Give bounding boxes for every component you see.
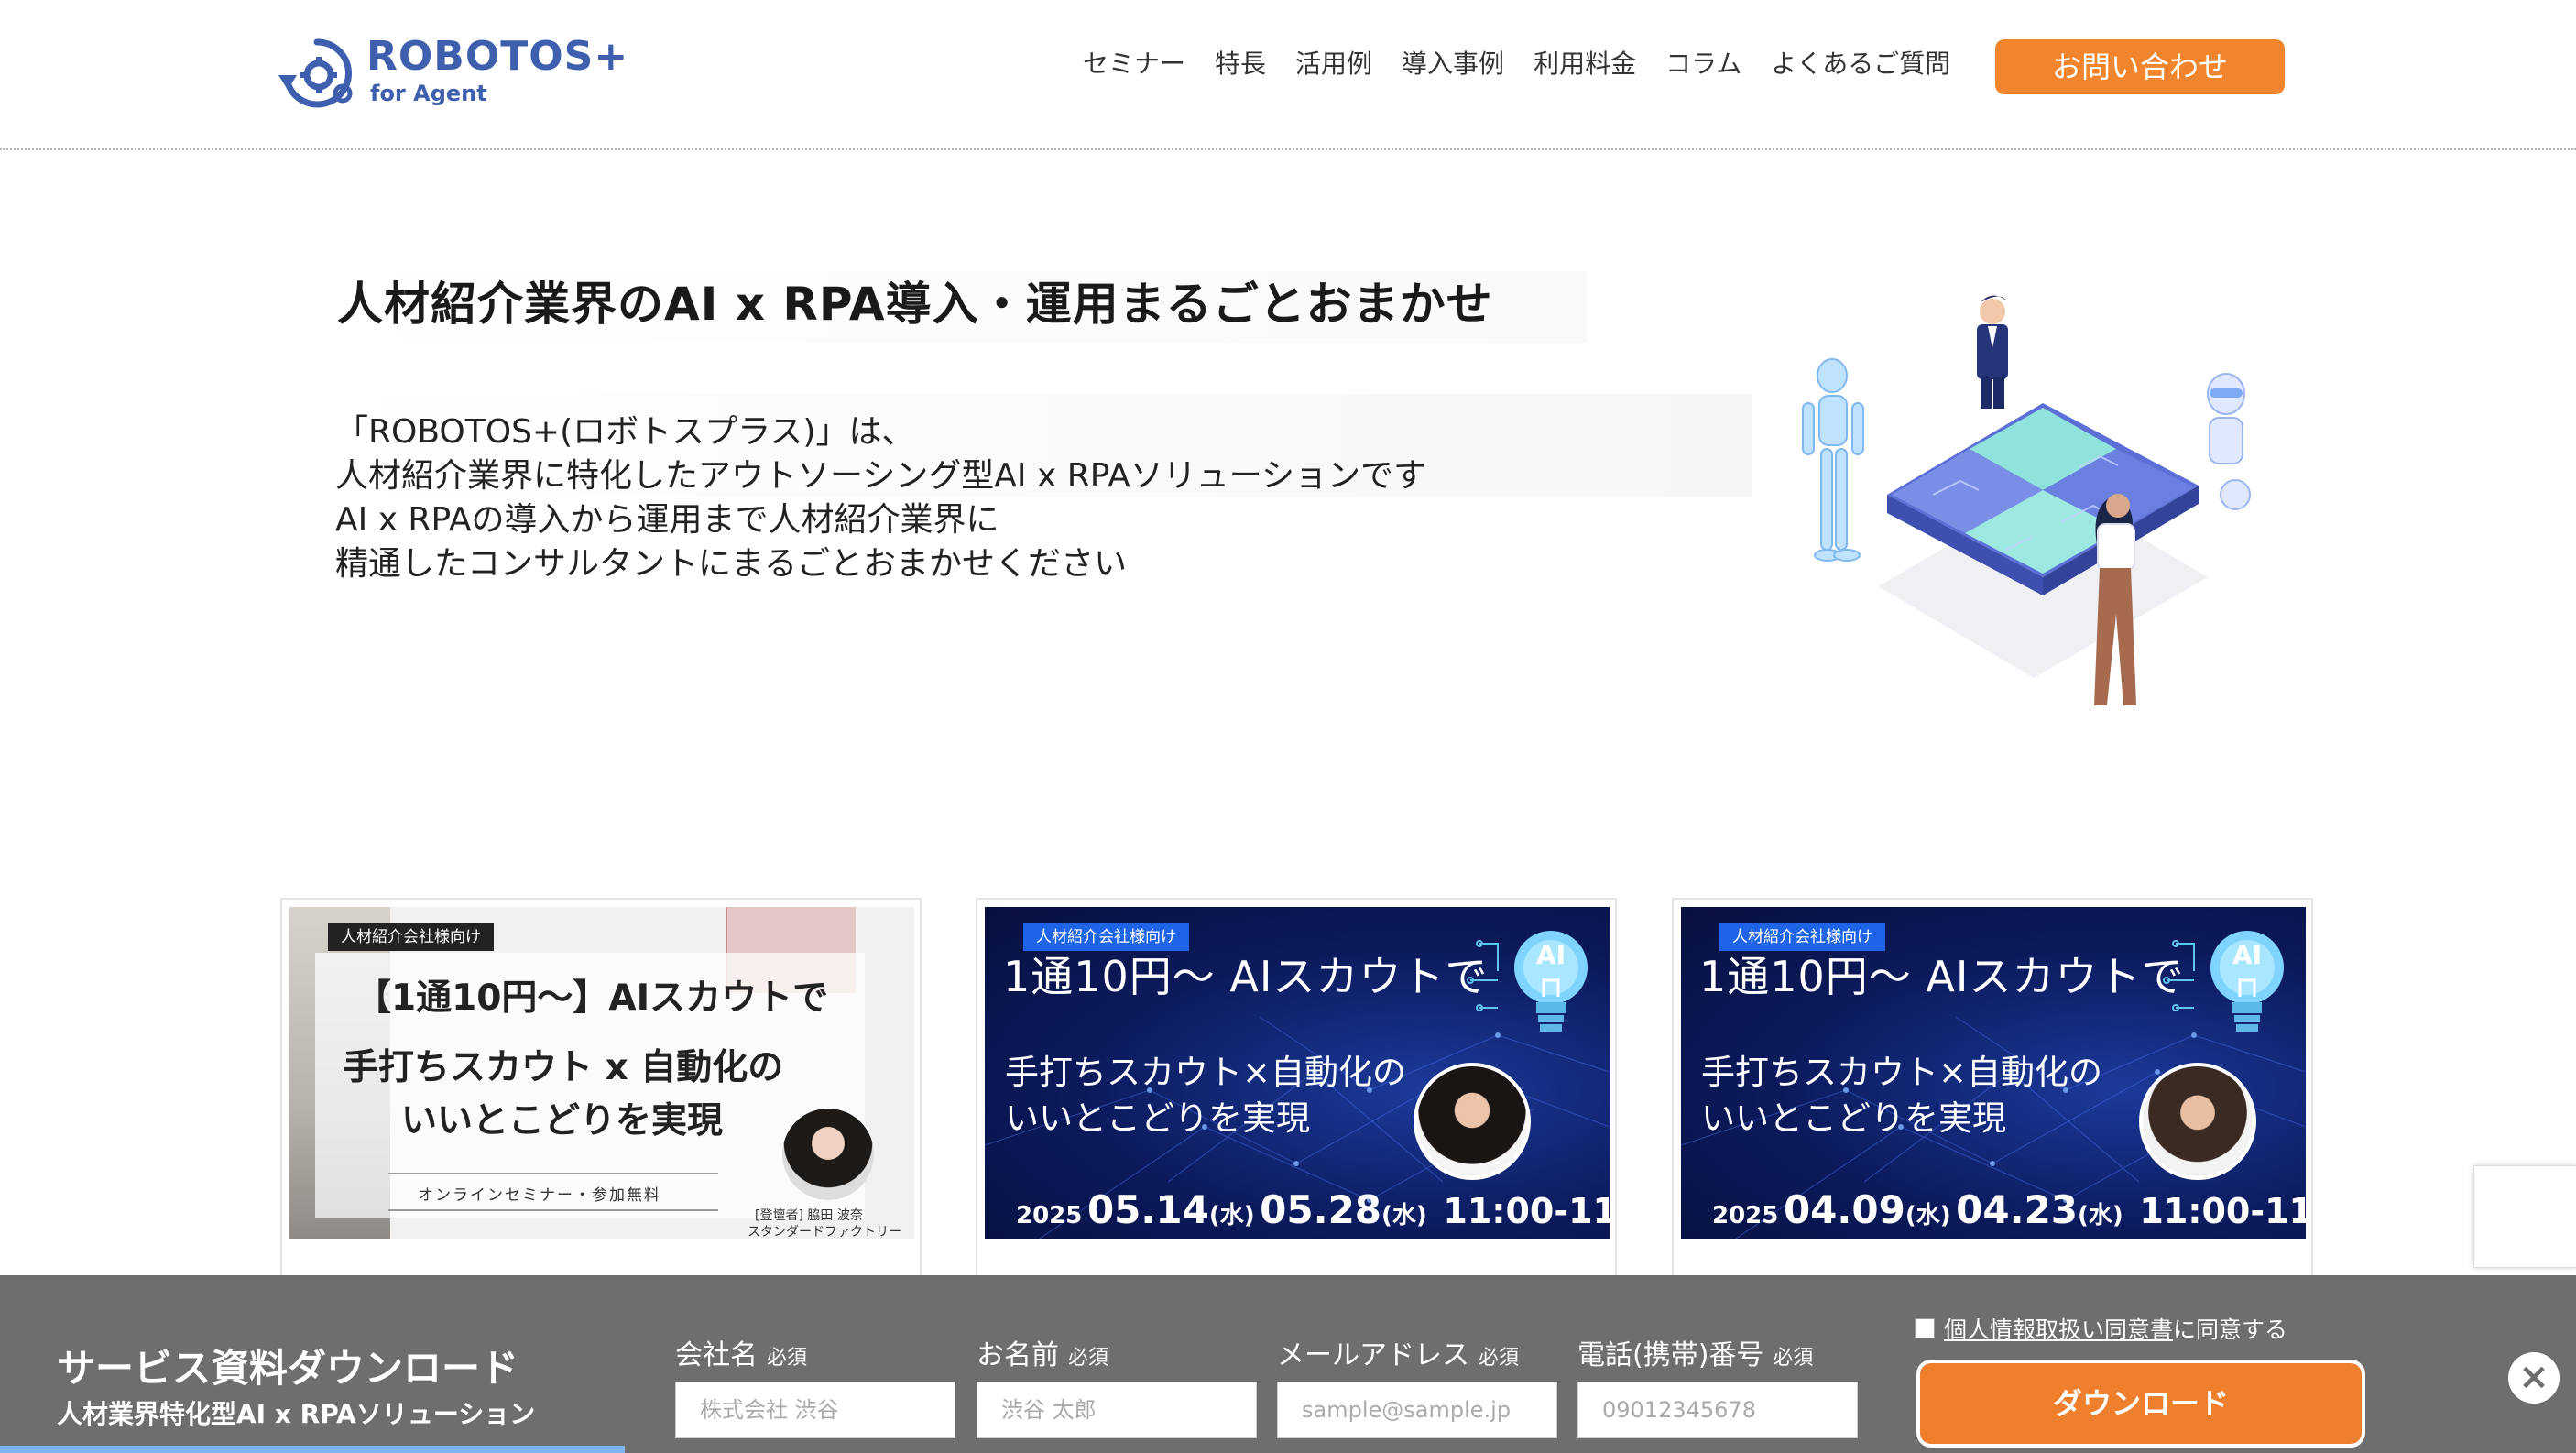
email-label: メールアドレス 必須 [1277,1332,1519,1372]
header-divider [0,148,2576,150]
hero-desc-line: 「ROBOTOS+(ロボトスプラス)」は、 [335,413,915,451]
nav-use-cases[interactable]: 活用例 [1295,44,1372,84]
seminar-card-image: 人材紹介会社様向け 【1通10円〜】AIスカウトで 手打ちスカウト x 自動化の… [289,907,914,1239]
download-button[interactable]: ダウンロード [1916,1360,2365,1448]
seminar-card[interactable]: AI 人材紹介会社様向け 1通10円〜 AIスカウトで 手打ちスカウト×自動化の… [1672,898,2313,1283]
seminar-weekday: (水) [1208,1202,1255,1229]
speaker-photo [2139,1063,2256,1180]
card-headline: 1通10円〜 AIスカウトで [1003,952,1489,1001]
seminar-year: 2025 [1712,1202,1779,1229]
speaker-photo [1414,1063,1531,1180]
seminar-date: 04.23 [1956,1187,2079,1232]
close-download-bar-button[interactable]: × [2508,1352,2560,1404]
card-headline: 手打ちスカウト×自動化の [1701,1053,2103,1092]
ai-lightbulb-icon: AI [2210,931,2284,1032]
seminar-date: 05.28 [1260,1187,1382,1232]
hero-description: 「ROBOTOS+(ロボトスプラス)」は、 人材紹介業界に特化したアウトソーシン… [335,410,1426,586]
card-headline: いいとこどりを実現 [1005,1098,1310,1138]
required-mark: 必須 [767,1347,808,1370]
phone-label: 電話(携帯)番号 必須 [1577,1332,1813,1372]
required-mark: 必須 [1068,1347,1109,1370]
contact-button[interactable]: お問い合わせ [1995,39,2285,94]
seminar-year: 2025 [1016,1202,1083,1229]
field-label: 電話(携帯)番号 [1577,1339,1764,1371]
main-nav: セミナー 特長 活用例 導入事例 利用料金 コラム よくあるご質問 [1083,44,1980,84]
company-label: 会社名 必須 [675,1332,807,1372]
seminar-date: 04.09 [1783,1187,1905,1232]
logo-plus: + [594,33,629,80]
download-title: サービス資料ダウンロード [57,1346,519,1391]
field-label: お名前 [977,1339,1059,1371]
seminar-time: 11:00-11:30 [2139,1191,2306,1231]
card-headline: いいとこどりを実現 [1701,1098,2006,1138]
name-input[interactable] [977,1382,1257,1438]
robotos-logo-icon [278,38,353,108]
speaker-name: [登壇者] 脇田 波奈 [755,1208,863,1223]
nav-features[interactable]: 特長 [1215,44,1266,84]
nav-faq[interactable]: よくあるご質問 [1771,44,1950,84]
field-label: 会社名 [675,1339,758,1371]
seminar-time: 11:00-11:30 [1443,1191,1610,1231]
consent-text: に同意する [2173,1316,2288,1343]
seminar-card[interactable]: 人材紹介会社様向け 【1通10円〜】AIスカウトで 手打ちスカウト x 自動化の… [280,898,922,1283]
seminar-weekday: (水) [2078,1202,2123,1229]
audience-tag: 人材紹介会社様向け [328,923,494,951]
field-label: メールアドレス [1277,1339,1469,1371]
bulb-label: AI [2232,940,2262,970]
bulb-label: AI [1536,940,1566,970]
card-headline: 手打ちスカウト x 自動化の [343,1047,784,1088]
card-headline: いいとこどりを実現 [401,1100,724,1142]
hero-title: 人材紹介業界のAI x RPA導入・運用まるごとおまかせ [337,278,1493,331]
consent-row: 個人情報取扱い同意書 に同意する [1915,1312,2287,1345]
seminar-weekday: (水) [1381,1202,1427,1229]
speaker-photo [782,1109,874,1200]
logo-name: ROBOTOS [366,33,595,80]
consent-checkbox[interactable] [1915,1318,1935,1338]
company-input[interactable] [675,1382,955,1438]
scroll-progress-bar [0,1446,625,1453]
card-headline: 【1通10円〜】AIスカウトで [355,978,829,1019]
puzzle-robots-illustration [1802,295,2251,705]
hero-desc-line: 精通したコンサルタントにまるごとおまかせください [335,545,1128,583]
required-mark: 必須 [1773,1347,1814,1370]
seminar-dates: 2025 05.14(水) 05.28(水) 11:00-11:30 [1016,1187,1610,1232]
nav-column[interactable]: コラム [1665,44,1741,84]
site-logo[interactable]: ROBOTOS+ for Agent [275,29,641,112]
required-mark: 必須 [1479,1347,1520,1370]
nav-case-studies[interactable]: 導入事例 [1402,44,1504,84]
seminar-weekday: (水) [1905,1202,1951,1229]
seminar-card-image: AI 人材紹介会社様向け 1通10円〜 AIスカウトで 手打ちスカウト×自動化の… [985,907,1610,1239]
privacy-consent-link[interactable]: 個人情報取扱い同意書 [1944,1312,2173,1345]
floating-widget[interactable] [2473,1165,2576,1268]
logo-subtitle: for Agent [370,81,487,106]
name-label: お名前 必須 [977,1332,1108,1372]
download-subtitle: 人材業界特化型AI x RPAソリューション [57,1399,536,1429]
nav-seminar[interactable]: セミナー [1083,44,1185,84]
site-header: ROBOTOS+ for Agent セミナー 特長 活用例 導入事例 利用料金… [0,0,2576,150]
card-headline: 手打ちスカウト×自動化の [1005,1053,1407,1092]
phone-input[interactable] [1577,1382,1858,1438]
card-headline: 1通10円〜 AIスカウトで [1699,952,2185,1001]
close-icon: × [2518,1356,2549,1398]
speaker-company: スタンダードファクトリー [748,1225,901,1239]
seminar-card-image: AI 人材紹介会社様向け 1通10円〜 AIスカウトで 手打ちスカウト×自動化の… [1681,907,2306,1239]
email-input[interactable] [1277,1382,1557,1438]
ai-lightbulb-icon: AI [1514,931,1588,1032]
seminar-subtitle: オンラインセミナー・参加無料 [418,1186,661,1205]
seminar-card[interactable]: AI 人材紹介会社様向け 1通10円〜 AIスカウトで 手打ちスカウト×自動化の… [976,898,1617,1283]
seminar-dates: 2025 04.09(水) 04.23(水) 11:00-11:30 [1712,1187,2306,1232]
hero-desc-line: 人材紹介業界に特化したアウトソーシング型AI x RPAソリューションです [335,457,1427,495]
hero-desc-line: AI x RPAの導入から運用まで人材紹介業界に [335,501,999,539]
seminar-date: 05.14 [1086,1187,1209,1232]
nav-pricing[interactable]: 利用料金 [1534,44,1636,84]
